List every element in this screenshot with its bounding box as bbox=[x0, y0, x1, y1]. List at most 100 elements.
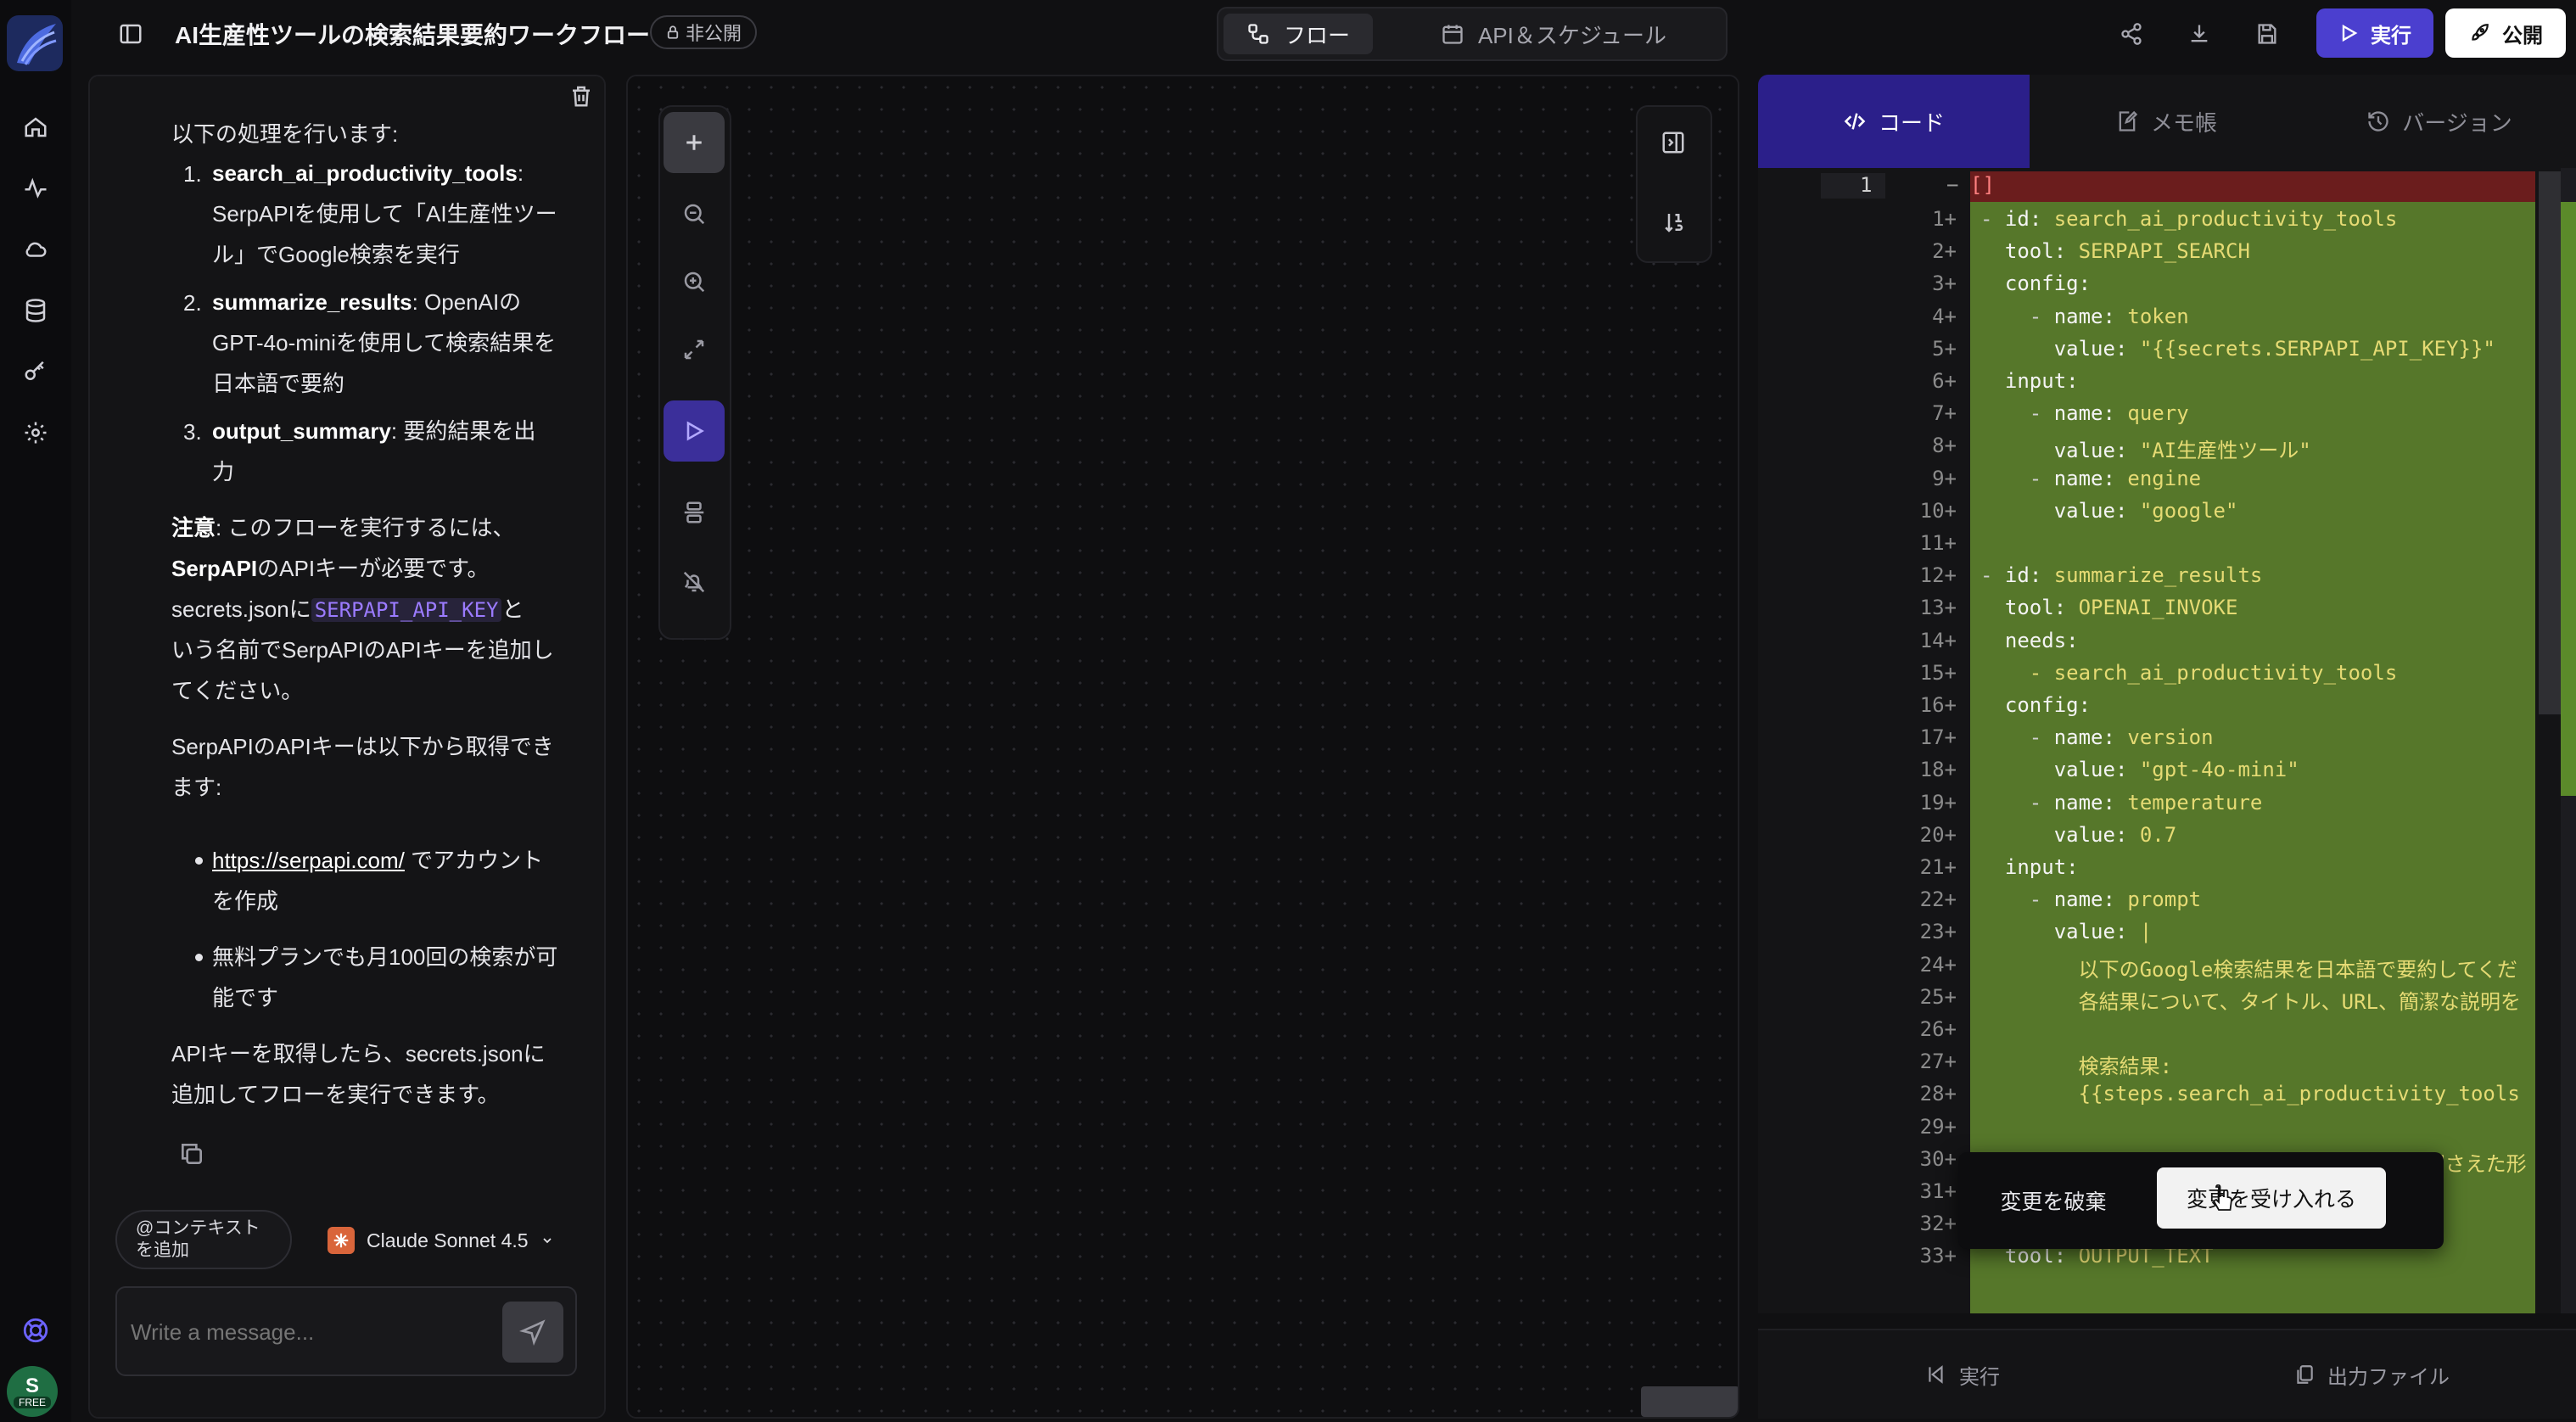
code-icon bbox=[1844, 113, 1866, 130]
visibility-label: 非公開 bbox=[686, 23, 742, 44]
code-line-text: needs: bbox=[2004, 628, 2079, 652]
add-node-button[interactable] bbox=[664, 112, 725, 173]
step-1-line1: search_ai_productivity_tools: bbox=[212, 153, 524, 193]
code-line-text: - name: token bbox=[1980, 304, 2189, 328]
save-icon[interactable] bbox=[2248, 15, 2286, 53]
share-icon[interactable] bbox=[2113, 15, 2150, 53]
visibility-badge[interactable]: 非公開 bbox=[650, 15, 758, 49]
code-line-text: - search_ai_productivity_tools bbox=[1980, 660, 2398, 685]
code-line-text: 以下のGoogle検索結果を日本語で要約してくだ bbox=[1980, 957, 2517, 982]
code-line-text: value: | bbox=[2053, 920, 2153, 944]
play-icon bbox=[2342, 24, 2358, 42]
add-context-button[interactable]: @コンテキスト を追加 bbox=[115, 1210, 292, 1269]
step-3-name: output_summary bbox=[212, 418, 391, 444]
key-icon[interactable] bbox=[19, 355, 53, 389]
calendar-icon bbox=[1442, 25, 1463, 44]
note-text3a: secrets.jsonに bbox=[171, 596, 311, 622]
code-line-text: config: bbox=[2004, 272, 2092, 296]
plan-badge: FREE bbox=[13, 1397, 51, 1408]
code-line-text: 各結果について、タイトル、URL、簡潔な説明を bbox=[1980, 989, 2522, 1014]
note-serpapi: SerpAPI bbox=[171, 556, 258, 581]
note-line2: SerpAPIのAPIキーが必要です。 bbox=[171, 548, 489, 589]
run-flow-button[interactable] bbox=[664, 400, 725, 462]
activity-icon[interactable] bbox=[19, 171, 53, 205]
tab-versions[interactable]: バージョン bbox=[2303, 75, 2576, 168]
run-log-button[interactable]: 実行 bbox=[1758, 1330, 2167, 1419]
code-line-number: 13+ bbox=[1919, 596, 1957, 620]
tab-flow-label: フロー bbox=[1283, 22, 1350, 48]
run-button[interactable]: 実行 bbox=[2316, 8, 2433, 58]
flow-canvas[interactable] bbox=[626, 75, 1739, 1419]
tab-notepad[interactable]: メモ帳 bbox=[2030, 75, 2303, 168]
sort-icon[interactable] bbox=[1643, 192, 1704, 253]
zoom-out-icon[interactable] bbox=[664, 183, 725, 244]
chevron-down-icon bbox=[542, 1238, 552, 1244]
step-3-number: 3. bbox=[183, 419, 202, 445]
model-selector[interactable]: Claude Sonnet 4.5 bbox=[328, 1222, 554, 1259]
user-avatar[interactable]: S FREE bbox=[7, 1366, 58, 1417]
tab-api-schedule-label: API＆スケジュール bbox=[1477, 22, 1667, 48]
fit-view-icon[interactable] bbox=[664, 319, 725, 380]
database-icon[interactable] bbox=[19, 294, 53, 328]
code-line-number: 14+ bbox=[1919, 628, 1957, 652]
chat-panel: 以下の処理を行います: 1. search_ai_productivity_to… bbox=[88, 75, 606, 1419]
editor-scrollbar[interactable] bbox=[2539, 171, 2561, 714]
notifications-off-icon[interactable] bbox=[664, 551, 725, 613]
message-box bbox=[115, 1286, 577, 1376]
bottom-bar: 実行 出力ファイル bbox=[1758, 1329, 2576, 1419]
send-button[interactable] bbox=[502, 1302, 563, 1363]
serpapi-link[interactable]: https://serpapi.com/ bbox=[212, 848, 405, 873]
files-icon bbox=[2297, 1365, 2313, 1384]
note-line4: いう名前でSerpAPIのAPIキーを追加し bbox=[171, 637, 554, 663]
trash-icon[interactable] bbox=[568, 83, 599, 114]
code-line-text: 検索結果: bbox=[1980, 1055, 2173, 1079]
tab-flow[interactable]: フロー bbox=[1224, 14, 1373, 54]
bullet-1-line2: を作成 bbox=[212, 888, 279, 914]
code-line-text: - id: summarize_results bbox=[1980, 563, 2263, 588]
copy-icon[interactable] bbox=[178, 1140, 209, 1171]
cloud-icon[interactable] bbox=[19, 232, 53, 266]
code-line-number: 29+ bbox=[1919, 1114, 1957, 1139]
code-line-text: - name: temperature bbox=[1980, 790, 2263, 815]
tab-api-schedule[interactable]: API＆スケジュール bbox=[1388, 14, 1719, 54]
collapse-panel-icon[interactable] bbox=[1643, 112, 1704, 173]
code-line-text: config: bbox=[2004, 693, 2092, 717]
original-line-number: 1 bbox=[1860, 173, 1873, 197]
tab-versions-label: バージョン bbox=[2402, 109, 2512, 136]
app-logo[interactable] bbox=[7, 15, 63, 71]
download-icon[interactable] bbox=[2181, 15, 2218, 53]
code-line-number: 8+ bbox=[1932, 434, 1957, 458]
output-files-button[interactable]: 出力ファイル bbox=[2167, 1330, 2576, 1419]
send-icon bbox=[519, 1319, 546, 1346]
message-input[interactable] bbox=[131, 1312, 487, 1352]
top-header: AI生産性ツールの検索結果要約ワークフロー 非公開 フロー API＆スケジュール… bbox=[71, 0, 2576, 71]
workflow-title[interactable]: AI生産性ツールの検索結果要約ワークフロー bbox=[175, 17, 650, 51]
code-line-number: 7+ bbox=[1932, 401, 1957, 426]
auto-layout-icon[interactable] bbox=[664, 482, 725, 543]
discard-changes-button[interactable]: 変更を破棄 bbox=[1982, 1173, 2125, 1229]
settings-gear-icon[interactable] bbox=[19, 416, 53, 450]
accept-changes-button[interactable]: 変更を受け入れる bbox=[2157, 1167, 2386, 1229]
code-line-number: 25+ bbox=[1919, 984, 1957, 1009]
note-text1: : このフローを実行するには、 bbox=[216, 515, 515, 540]
note-line3: secrets.jsonに SERPAPI_API_KEY と bbox=[171, 589, 524, 630]
code-line-number: 27+ bbox=[1919, 1050, 1957, 1074]
minimap[interactable] bbox=[1641, 1386, 1738, 1417]
code-line-text: - id: search_ai_productivity_tools bbox=[1980, 207, 2398, 231]
get-key-line2: ます: bbox=[171, 775, 222, 800]
diff-editor[interactable]: 1 − [] 1+ - id: search_ai_productivity_to… bbox=[1758, 168, 2576, 1313]
publish-button[interactable]: 公開 bbox=[2445, 8, 2566, 58]
toggle-sidebar-icon[interactable] bbox=[112, 15, 149, 53]
publish-button-label: 公開 bbox=[2502, 24, 2543, 48]
output-files-label: 出力ファイル bbox=[2327, 1365, 2450, 1389]
code-line-number: 20+ bbox=[1919, 822, 1957, 847]
help-icon[interactable] bbox=[19, 1313, 53, 1347]
code-line-number: 26+ bbox=[1919, 1017, 1957, 1041]
step-2-line1: summarize_results: OpenAIの bbox=[212, 282, 521, 322]
tab-code[interactable]: コード bbox=[1758, 75, 2030, 168]
home-icon[interactable] bbox=[19, 110, 53, 144]
bullet-2-line1: 無料プランでも月100回の検索が可 bbox=[212, 944, 558, 970]
step-2-line3: 日本語で要約 bbox=[212, 371, 345, 396]
step-2-text1: : OpenAIの bbox=[412, 289, 522, 315]
zoom-in-icon[interactable] bbox=[664, 251, 725, 312]
